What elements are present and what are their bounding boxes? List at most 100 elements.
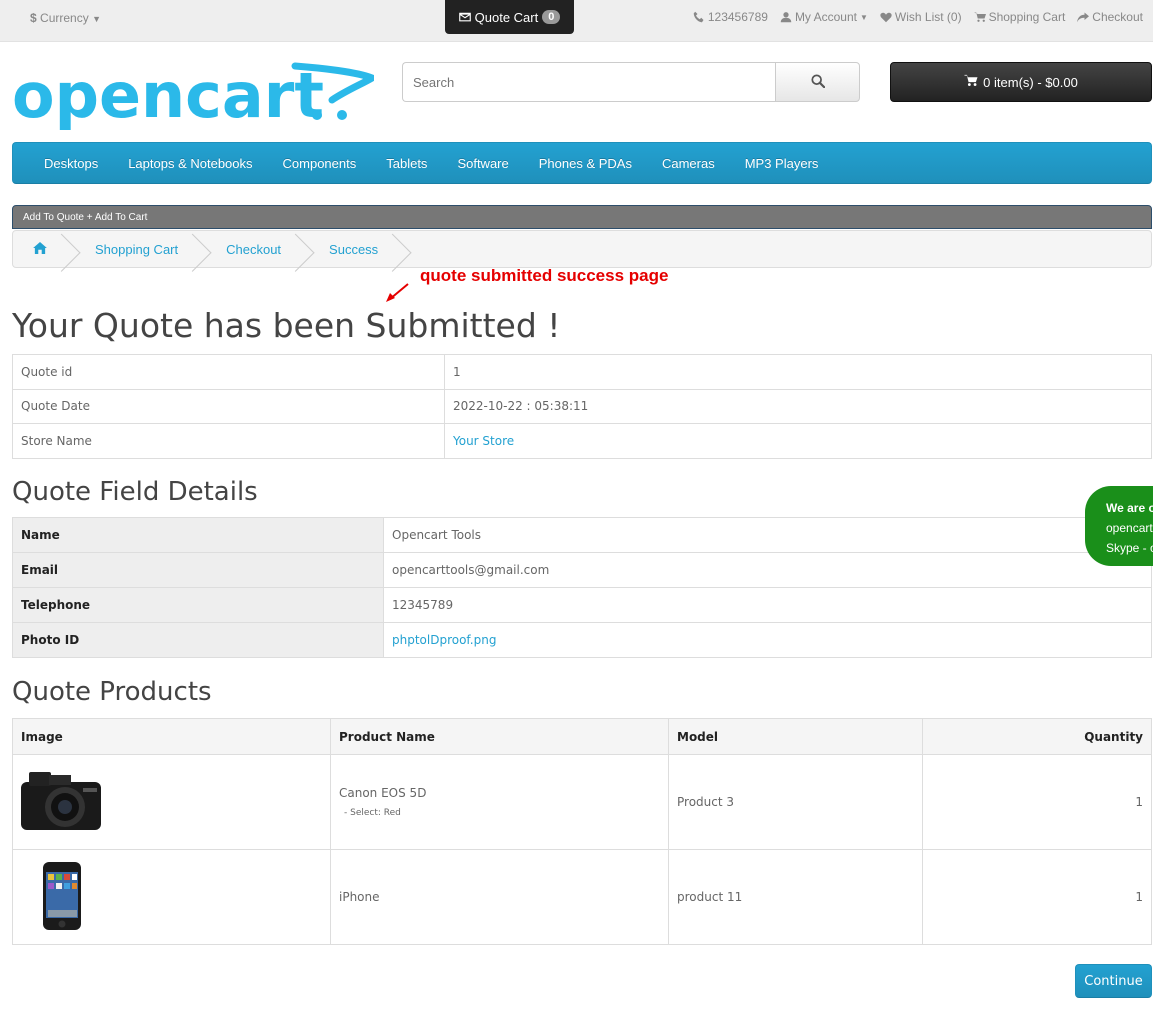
cart-icon <box>964 74 978 90</box>
col-header-product-name: Product Name <box>330 718 669 755</box>
product-name-link[interactable]: Canon EOS 5D <box>339 786 426 800</box>
checkout-label: Checkout <box>1092 10 1143 24</box>
annotation-arrow-icon <box>386 283 409 302</box>
checkout-link[interactable]: Checkout <box>1077 10 1143 24</box>
col-header-image: Image <box>12 718 331 755</box>
phone-image[interactable] <box>21 860 101 932</box>
table-row: Name Opencart Tools <box>12 517 1152 553</box>
product-model: product 11 <box>668 849 923 945</box>
table-header-row: Image Product Name Model Quantity <box>12 718 1152 755</box>
table-row: Quote id 1 <box>12 354 1152 390</box>
cart-summary-text: 0 item(s) - $0.00 <box>983 74 1078 90</box>
telephone-value: 12345789 <box>383 587 1152 623</box>
currency-dropdown[interactable]: $ Currency ▼ <box>30 11 101 25</box>
product-name-link[interactable]: iPhone <box>339 890 380 904</box>
quote-products-title: Quote Products <box>12 677 212 707</box>
top-bar: $ Currency ▼ Quote Cart 0 123456789 My A… <box>0 0 1153 42</box>
user-icon <box>780 11 792 23</box>
store-name-link[interactable]: Your Store <box>453 434 514 448</box>
menu-item-cameras[interactable]: Cameras <box>647 156 730 171</box>
quote-date-value: 2022-10-22 : 05:38:11 <box>444 388 1152 425</box>
menu-item-mp3[interactable]: MP3 Players <box>730 156 834 171</box>
menu-item-software[interactable]: Software <box>442 156 523 171</box>
annotation-text: quote submitted success page <box>420 266 669 285</box>
phone-number: 123456789 <box>707 10 768 24</box>
phone-link[interactable]: 123456789 <box>693 10 768 24</box>
quote-date-label: Quote Date <box>12 388 445 425</box>
add-to-quote-bar[interactable]: Add To Quote + Add To Cart <box>12 205 1152 229</box>
quote-products-table: Image Product Name Model Quantity Canon … <box>12 718 1152 945</box>
quote-info-table: Quote id 1 Quote Date 2022-10-22 : 05:38… <box>12 354 1152 459</box>
quote-id-value: 1 <box>444 354 1152 390</box>
caret-down-icon: ▼ <box>92 14 101 24</box>
shopping-cart-link[interactable]: Shopping Cart <box>973 10 1066 24</box>
field-details-table: Name Opencart Tools Email opencarttools@… <box>12 517 1152 658</box>
heart-icon <box>880 11 892 23</box>
logo-text: opencart <box>12 60 324 132</box>
breadcrumb-shopping-cart[interactable]: Shopping Cart <box>67 231 198 267</box>
wish-list-link[interactable]: Wish List (0) <box>880 10 962 24</box>
menu-item-laptops[interactable]: Laptops & Notebooks <box>113 156 267 171</box>
chat-line-1: We are o <box>1106 501 1153 515</box>
search-button[interactable] <box>775 62 860 102</box>
opencart-logo[interactable]: opencart <box>12 60 374 136</box>
quote-id-label: Quote id <box>12 354 445 390</box>
col-header-model: Model <box>668 718 923 755</box>
chat-line-3: Skype - o <box>1106 541 1153 555</box>
breadcrumb-success[interactable]: Success <box>301 231 398 267</box>
page-title: Your Quote has been Submitted ! <box>12 306 561 345</box>
my-account-label: My Account <box>794 10 857 24</box>
breadcrumb: Shopping Cart Checkout Success <box>12 230 1152 268</box>
menu-item-phones[interactable]: Phones & PDAs <box>524 156 647 171</box>
table-row: Email opencarttools@gmail.com <box>12 552 1152 588</box>
product-model: Product 3 <box>668 754 923 850</box>
menu-item-components[interactable]: Components <box>268 156 372 171</box>
table-row: Quote Date 2022-10-22 : 05:38:11 <box>12 388 1152 425</box>
menu-item-tablets[interactable]: Tablets <box>371 156 442 171</box>
quote-cart-button[interactable]: Quote Cart 0 <box>445 0 574 34</box>
wish-list-label: Wish List (0) <box>894 10 962 24</box>
email-value: opencarttools@gmail.com <box>383 552 1152 588</box>
currency-label: Currency <box>40 11 89 25</box>
table-row: Store Name Your Store <box>12 423 1152 459</box>
cart-icon <box>973 11 986 23</box>
top-links: 123456789 My Account ▼ Wish List (0) Sho… <box>693 10 1143 24</box>
table-row: Telephone 12345789 <box>12 587 1152 623</box>
shopping-cart-label: Shopping Cart <box>988 10 1066 24</box>
menu-item-desktops[interactable]: Desktops <box>29 156 113 171</box>
table-row: Photo ID phptolDproof.png <box>12 622 1152 658</box>
product-option: - Select: Red <box>344 808 401 818</box>
email-label: Email <box>12 552 384 588</box>
photo-id-link[interactable]: phptolDproof.png <box>392 633 496 647</box>
telephone-label: Telephone <box>12 587 384 623</box>
continue-button[interactable]: Continue <box>1075 964 1152 998</box>
main-menu: Desktops Laptops & Notebooks Components … <box>12 142 1152 184</box>
search-input[interactable] <box>402 62 775 102</box>
photo-id-label: Photo ID <box>12 622 384 658</box>
search-icon <box>810 73 825 91</box>
product-quantity: 1 <box>922 754 1152 850</box>
breadcrumb-home[interactable] <box>13 231 67 267</box>
chat-line-2: opencart <box>1106 521 1153 535</box>
store-name-label: Store Name <box>12 423 445 459</box>
col-header-quantity: Quantity <box>922 718 1152 755</box>
table-row: Canon EOS 5D - Select: Red Product 3 1 <box>12 754 1152 850</box>
quote-cart-count-badge: 0 <box>542 10 561 24</box>
my-account-link[interactable]: My Account ▼ <box>780 10 868 24</box>
product-quantity: 1 <box>922 849 1152 945</box>
table-row: iPhone product 11 1 <box>12 849 1152 945</box>
phone-icon <box>693 11 705 23</box>
cart-summary-button[interactable]: 0 item(s) - $0.00 <box>890 62 1152 102</box>
caret-down-icon: ▼ <box>859 12 868 22</box>
home-icon <box>33 241 47 257</box>
envelope-icon <box>458 11 471 23</box>
name-value: Opencart Tools <box>383 517 1152 553</box>
quote-cart-label: Quote Cart <box>474 9 539 25</box>
camera-image[interactable] <box>21 770 101 832</box>
breadcrumb-checkout[interactable]: Checkout <box>198 231 301 267</box>
field-details-title: Quote Field Details <box>12 477 258 507</box>
search-bar <box>402 62 860 102</box>
share-icon <box>1077 11 1090 23</box>
chat-widget[interactable]: We are o opencart Skype - o <box>1085 486 1153 566</box>
name-label: Name <box>12 517 384 553</box>
